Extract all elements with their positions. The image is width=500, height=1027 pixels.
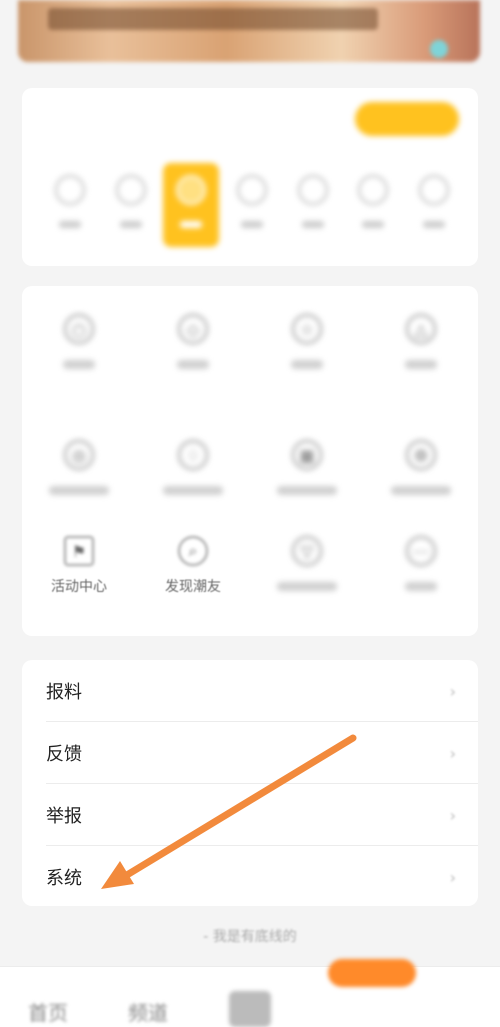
calendar-icon: ▦ <box>292 440 322 470</box>
promo-badge <box>328 959 416 987</box>
star-icon: ☆ <box>292 314 322 344</box>
flag-icon: ⚑ <box>64 536 94 566</box>
shortcut-item[interactable]: ♢ <box>136 412 250 526</box>
checkin-day[interactable] <box>224 163 280 247</box>
coin-icon <box>115 175 146 205</box>
checkin-days <box>42 163 462 247</box>
coin-icon: ○ <box>64 314 94 344</box>
shortcut-item[interactable]: △ <box>364 286 478 412</box>
chevron-right-icon: › <box>449 744 456 763</box>
tab-home[interactable]: 首页 <box>28 997 68 1026</box>
menu-item-label: 反馈 <box>46 744 82 765</box>
menu-item-feedback[interactable]: 反馈 › <box>22 722 478 784</box>
discover-friends-item[interactable]: ⌕ 发现潮友 <box>136 526 250 636</box>
shortcut-item[interactable]: ○ <box>22 286 136 412</box>
chevron-right-icon: › <box>449 806 456 825</box>
tab-channel[interactable]: 频道 <box>128 997 168 1026</box>
shortcut-item[interactable]: ▽ <box>250 526 364 636</box>
chevron-right-icon: › <box>449 868 456 887</box>
coin-icon <box>236 175 267 205</box>
menu-item-label: 举报 <box>46 806 82 827</box>
discover-friends-label: 发现潮友 <box>165 579 221 595</box>
shirt-icon: ▽ <box>292 536 322 566</box>
bag-icon: ◇ <box>178 314 208 344</box>
shortcut-item[interactable]: ▦ <box>250 412 364 526</box>
coin-icon <box>418 175 449 205</box>
shortcut-grid-card: ○ ◇ ☆ △ ◎ ♢ ▦ ⚙ ⚑ 活动中心 ⌕ 发现潮友 ▽ ⋯ <box>22 286 478 636</box>
banner-text-strip <box>48 8 378 30</box>
settings-icon: ⚙ <box>406 440 436 470</box>
menu-item-label: 系统 <box>46 868 82 889</box>
shortcut-item[interactable]: ◎ <box>22 412 136 526</box>
shortcut-item[interactable]: ⋯ <box>364 526 478 636</box>
menu-item-label: 报料 <box>46 682 82 703</box>
coin-icon <box>55 175 85 205</box>
menu-item-report-abuse[interactable]: 举报 › <box>22 784 478 846</box>
coin-icon <box>358 175 389 205</box>
shortcut-item[interactable]: ⚙ <box>364 412 478 526</box>
checkin-card <box>22 88 478 266</box>
activity-center-item[interactable]: ⚑ 活动中心 <box>22 526 136 636</box>
more-icon: ⋯ <box>406 536 436 566</box>
checkin-day[interactable] <box>345 163 401 247</box>
coin-icon <box>297 175 328 205</box>
menu-item-system[interactable]: 系统 › <box>22 846 478 908</box>
checkin-day[interactable] <box>42 163 98 247</box>
coin-icon <box>176 175 207 205</box>
end-of-list-text: - 我是有底线的 <box>203 929 297 945</box>
center-tab-icon[interactable] <box>229 991 271 1027</box>
search-icon: ⌕ <box>178 536 208 566</box>
shortcut-item[interactable]: ◇ <box>136 286 250 412</box>
checkin-day[interactable] <box>103 163 159 247</box>
shortcut-item[interactable]: ☆ <box>250 286 364 412</box>
bell-icon: △ <box>406 314 436 344</box>
top-banner[interactable] <box>18 0 480 62</box>
checkin-day[interactable] <box>406 163 462 247</box>
activity-center-label: 活动中心 <box>51 579 107 595</box>
history-icon: ◎ <box>64 440 94 470</box>
menu-item-report-news[interactable]: 报料 › <box>22 660 478 722</box>
diamond-icon: ♢ <box>178 440 208 470</box>
menu-list-card: 报料 › 反馈 › 举报 › 系统 › <box>22 660 478 906</box>
bottom-tab-bar: 首页 频道 <box>0 959 500 1027</box>
checkin-button[interactable] <box>355 102 459 136</box>
checkin-day-current[interactable] <box>163 163 220 247</box>
checkin-day[interactable] <box>285 163 341 247</box>
banner-badge-icon <box>430 40 448 58</box>
chevron-right-icon: › <box>449 682 456 701</box>
